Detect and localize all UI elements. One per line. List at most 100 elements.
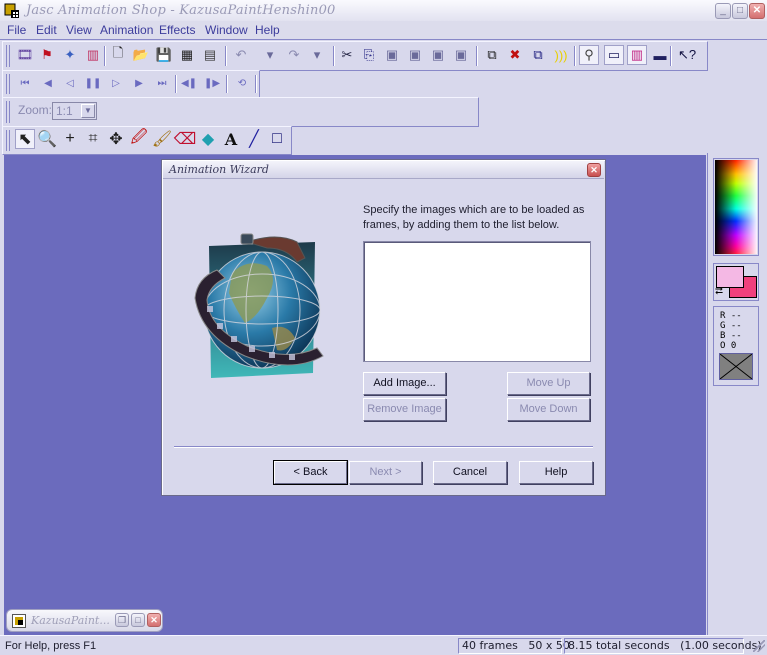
save-as-icon[interactable]: ▦ <box>177 45 197 65</box>
first-frame-icon[interactable]: ⏮ <box>15 73 35 93</box>
toolbar-separator <box>225 46 227 66</box>
zoom-label: Zoom: <box>18 103 53 117</box>
paste-into-icon[interactable]: ▣ <box>451 45 471 65</box>
paste-as-new-icon[interactable]: ▣ <box>382 45 402 65</box>
menu-help[interactable]: Help <box>255 23 280 37</box>
mover-tool-icon[interactable]: ✥ <box>106 129 126 149</box>
delete-frames-icon[interactable]: ✖ <box>505 45 525 65</box>
toolbar-grip[interactable] <box>6 130 10 151</box>
toolbar-grip[interactable] <box>6 74 10 94</box>
close-icon: ✕ <box>590 165 598 175</box>
animation-wizard-icon[interactable]: 🎞 <box>15 45 35 65</box>
effects-icon[interactable]: ))) <box>551 45 571 65</box>
redo-icon[interactable]: ↷ <box>284 45 304 65</box>
toggle-color-palette-icon[interactable]: ▥ <box>627 45 647 65</box>
zoom-select[interactable]: 1:1 ▼ <box>52 102 97 120</box>
save-icon[interactable]: 💾 <box>154 45 174 65</box>
cancel-button[interactable]: Cancel <box>433 461 507 484</box>
close-button[interactable]: ✕ <box>749 3 765 19</box>
banner-wizard-icon[interactable]: ⚑ <box>37 45 57 65</box>
maximize-button[interactable]: □ <box>732 3 748 19</box>
copy-icon[interactable]: ⎘ <box>359 45 379 65</box>
menu-effects[interactable]: Effects <box>159 23 195 37</box>
loop-icon[interactable]: ⟲ <box>232 73 252 93</box>
menu-view[interactable]: View <box>66 23 92 37</box>
last-frame-icon[interactable]: ⏭ <box>152 73 172 93</box>
paste-after-icon[interactable]: ▣ <box>428 45 448 65</box>
opacity-value: O 0 <box>720 341 737 351</box>
cut-icon[interactable]: ✂ <box>337 45 357 65</box>
foreground-swatch[interactable] <box>716 266 744 288</box>
previous-frame-icon[interactable]: ◀ <box>38 73 58 93</box>
toolbar-separator <box>175 75 177 93</box>
dialog-title: Animation Wizard <box>169 163 269 176</box>
crosshair-tool-icon[interactable]: + <box>60 129 80 149</box>
duplicate-frames-icon[interactable]: ⧉ <box>528 45 548 65</box>
toolbar-grip[interactable] <box>6 45 10 67</box>
zoom-toolbar: Zoom: 1:1 ▼ <box>2 97 479 127</box>
frame-list[interactable] <box>363 241 591 362</box>
play-forward-icon[interactable]: ▷ <box>106 73 126 93</box>
insert-frames-icon[interactable]: ⧉ <box>482 45 502 65</box>
menu-animation[interactable]: Animation <box>100 23 153 37</box>
redo-dropdown-icon[interactable]: ▾ <box>307 45 327 65</box>
new-icon[interactable]: 🗋 <box>108 45 128 65</box>
add-image-button[interactable]: Add Image... <box>363 372 446 395</box>
paste-before-icon[interactable]: ▣ <box>405 45 425 65</box>
dropper-tool-icon[interactable]: 🖉 <box>129 129 149 149</box>
move-down-button[interactable]: Move Down <box>507 398 590 421</box>
line-tool-icon[interactable]: ╱ <box>244 129 264 149</box>
minimized-window-title: KazusaPaint... <box>31 614 110 627</box>
menu-edit[interactable]: Edit <box>36 23 57 37</box>
back-button[interactable]: < Back <box>273 460 348 485</box>
restore-button[interactable]: ❐ <box>115 613 129 627</box>
crop-tool-icon[interactable]: ⌗ <box>83 129 103 149</box>
remove-image-button[interactable]: Remove Image <box>363 398 446 421</box>
dialog-close-button[interactable]: ✕ <box>587 163 601 177</box>
vcr-toolbar: ⏮ ◀ ◁ ❚❚ ▷ ▶ ⏭ ◀❚ ❚▶ ⟲ <box>2 70 260 98</box>
resize-grip[interactable] <box>753 640 765 652</box>
toolbar-separator <box>104 46 106 66</box>
menu-file[interactable]: File <box>7 23 26 37</box>
eraser-tool-icon[interactable]: ⌫ <box>174 129 197 149</box>
frame-properties-icon[interactable]: ▬ <box>650 45 670 65</box>
minimized-document-window[interactable]: KazusaPaint... ❐ □ ✕ <box>6 609 163 632</box>
paintbrush-tool-icon[interactable]: 🖌 <box>152 129 172 149</box>
toolbar-separator <box>255 75 257 93</box>
maximize-button[interactable]: □ <box>131 613 145 627</box>
pause-icon[interactable]: ❚❚ <box>83 73 103 93</box>
opacity-readout: 0 <box>730 341 737 351</box>
context-help-icon[interactable]: ↖? <box>677 45 697 65</box>
toggle-tool-palette-icon[interactable]: ⚲ <box>579 45 599 65</box>
close-button[interactable]: ✕ <box>147 613 161 627</box>
chevron-down-icon[interactable]: ▼ <box>81 104 95 118</box>
open-icon[interactable]: 📂 <box>131 45 151 65</box>
shape-tool-icon[interactable]: □ <box>267 129 287 149</box>
close-icon: ✕ <box>150 615 158 625</box>
step-forward-icon[interactable]: ❚▶ <box>202 73 222 93</box>
next-button[interactable]: Next > <box>349 461 422 484</box>
move-up-button[interactable]: Move Up <box>507 372 590 395</box>
zoom-tool-icon[interactable]: 🔍 <box>37 129 57 149</box>
toggle-vcr-icon[interactable]: ▭ <box>604 45 624 65</box>
print-icon[interactable]: ▤ <box>200 45 220 65</box>
swap-colors-icon[interactable]: ⮂ <box>715 287 723 297</box>
toolbar-separator <box>476 46 478 66</box>
optimization-wizard-icon[interactable]: ✦ <box>60 45 80 65</box>
menu-window[interactable]: Window <box>205 23 248 37</box>
color-picker[interactable] <box>713 158 759 256</box>
toolbar-grip[interactable] <box>6 101 10 123</box>
play-backward-icon[interactable]: ◁ <box>60 73 80 93</box>
palette-wizard-icon[interactable]: ▥ <box>83 45 103 65</box>
color-gradient[interactable] <box>715 160 757 254</box>
dialog-separator <box>174 446 593 448</box>
text-tool-icon[interactable]: A <box>221 129 241 149</box>
step-back-icon[interactable]: ◀❚ <box>179 73 199 93</box>
undo-dropdown-icon[interactable]: ▾ <box>260 45 280 65</box>
minimize-button[interactable]: _ <box>715 3 731 19</box>
undo-icon[interactable]: ↶ <box>231 45 251 65</box>
next-frame-icon[interactable]: ▶ <box>129 73 149 93</box>
arrow-tool-icon[interactable]: ⬉ <box>15 129 35 149</box>
help-button[interactable]: Help <box>519 461 593 484</box>
fill-tool-icon[interactable]: ◆ <box>198 129 218 149</box>
